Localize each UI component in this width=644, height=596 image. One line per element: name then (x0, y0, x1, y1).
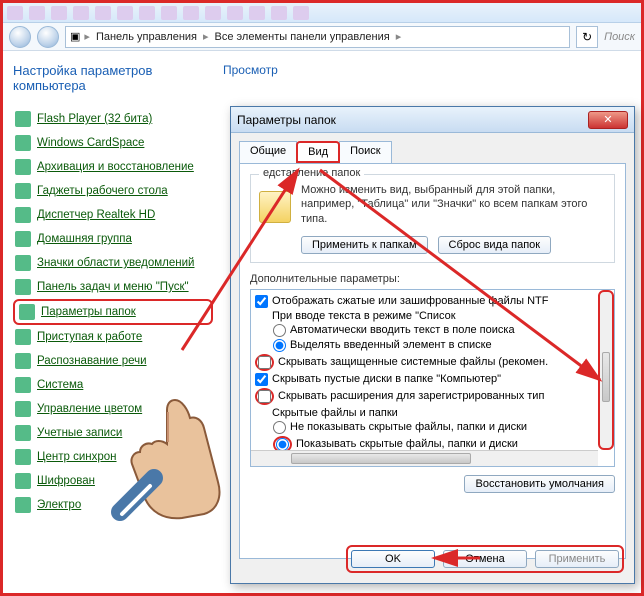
cp-item-link[interactable]: Windows CardSpace (37, 137, 144, 149)
cp-item[interactable]: Архивация и восстановление (13, 155, 213, 179)
ok-button[interactable]: OK (351, 550, 435, 568)
cp-item-icon (15, 329, 31, 345)
cp-item-icon (15, 353, 31, 369)
nav-back-button[interactable] (9, 26, 31, 48)
cp-item[interactable]: Учетные записи (13, 421, 213, 445)
taskbar-row (3, 3, 641, 23)
apply-to-folders-button[interactable]: Применить к папкам (301, 236, 428, 254)
folder-options-dialog: Параметры папок ✕ Общие Вид Поиск едстав… (230, 106, 635, 584)
cp-item-icon (15, 207, 31, 223)
cp-item-icon (15, 255, 31, 271)
cp-item-icon (15, 473, 31, 489)
cp-item[interactable]: Система (13, 373, 213, 397)
view-link[interactable]: Просмотр (223, 63, 278, 77)
cp-item-link[interactable]: Панель задач и меню "Пуск" (37, 281, 189, 293)
cp-item[interactable]: Гаджеты рабочего стола (13, 179, 213, 203)
cp-item-link[interactable]: Система (37, 379, 83, 391)
cp-item-link[interactable]: Приступая к работе (37, 331, 142, 343)
cp-item[interactable]: Шифрован (13, 469, 213, 493)
cp-item-link[interactable]: Flash Player (32 бита) (37, 113, 152, 125)
opt-hide-protected[interactable] (258, 356, 271, 369)
reset-folders-button[interactable]: Сброс вида папок (438, 236, 552, 254)
control-panel-icon: ▣ (70, 30, 80, 43)
crumb-root[interactable]: Панель управления (94, 31, 199, 43)
group-label: едставление папок (259, 167, 364, 179)
group-desc: Можно изменить вид, выбранный для этой п… (301, 183, 606, 226)
cp-item-icon (15, 159, 31, 175)
opt-compressed-color[interactable] (255, 295, 268, 308)
cp-item[interactable]: Значки области уведомлений (13, 251, 213, 275)
cp-item-icon (15, 183, 31, 199)
cp-item[interactable]: Управление цветом (13, 397, 213, 421)
cp-item[interactable]: Диспетчер Realtek HD (13, 203, 213, 227)
cp-item[interactable]: Центр синхрон (13, 445, 213, 469)
opt-dont-show-hidden[interactable] (273, 421, 286, 434)
cancel-button[interactable]: Отмена (443, 550, 527, 568)
cp-item[interactable]: Windows CardSpace (13, 131, 213, 155)
crumb-sub[interactable]: Все элементы панели управления (213, 31, 392, 43)
cp-item[interactable]: Параметры папок (13, 299, 213, 325)
page-title: Настройка параметров компьютера (13, 63, 213, 93)
opt-select-typed[interactable] (273, 339, 286, 352)
advanced-scrollbar-horizontal[interactable] (251, 450, 598, 466)
nav-forward-button[interactable] (37, 26, 59, 48)
cp-item[interactable]: Flash Player (32 бита) (13, 107, 213, 131)
cp-item-icon (19, 304, 35, 320)
cp-item[interactable]: Приступая к работе (13, 325, 213, 349)
advanced-settings-list: Отображать сжатые или зашифрованные файл… (250, 289, 615, 467)
cp-item[interactable]: Домашняя группа (13, 227, 213, 251)
cp-item-link[interactable]: Управление цветом (37, 403, 142, 415)
cp-item[interactable]: Распознавание речи (13, 349, 213, 373)
folder-icon (259, 191, 291, 223)
cp-item-icon (15, 449, 31, 465)
breadcrumb[interactable]: ▣ ▸ Панель управления ▸ Все элементы пан… (65, 26, 570, 48)
cp-item-link[interactable]: Электро (37, 499, 81, 511)
search-hint[interactable]: Поиск (604, 31, 635, 43)
cp-item-link[interactable]: Домашняя группа (37, 233, 132, 245)
advanced-label: Дополнительные параметры: (250, 273, 615, 285)
cp-item-link[interactable]: Значки области уведомлений (37, 257, 194, 269)
opt-auto-type-search[interactable] (273, 324, 286, 337)
folder-views-group: едставление папок Можно изменить вид, вы… (250, 174, 615, 263)
cp-item-icon (15, 231, 31, 247)
cp-item-icon (15, 111, 31, 127)
refresh-button[interactable]: ↻ (576, 26, 598, 48)
tab-search[interactable]: Поиск (339, 141, 391, 163)
cp-item-link[interactable]: Диспетчер Realtek HD (37, 209, 155, 221)
opt-hide-empty-drives[interactable] (255, 373, 268, 386)
cp-item-link[interactable]: Учетные записи (37, 427, 122, 439)
opt-hide-extensions[interactable] (258, 390, 271, 403)
apply-button[interactable]: Применить (535, 550, 619, 568)
tab-view[interactable]: Вид (296, 141, 340, 163)
restore-defaults-button[interactable]: Восстановить умолчания (464, 475, 615, 493)
cp-item-icon (15, 377, 31, 393)
cp-item-link[interactable]: Центр синхрон (37, 451, 117, 463)
close-button[interactable]: ✕ (588, 111, 628, 129)
tab-general[interactable]: Общие (239, 141, 297, 163)
cp-item[interactable]: Панель задач и меню "Пуск" (13, 275, 213, 299)
cp-item-link[interactable]: Архивация и восстановление (37, 161, 194, 173)
cp-item-link[interactable]: Параметры папок (41, 306, 136, 318)
cp-item-icon (15, 401, 31, 417)
dialog-title: Параметры папок (237, 113, 336, 127)
advanced-scrollbar-vertical[interactable] (598, 290, 614, 450)
cp-item-link[interactable]: Гаджеты рабочего стола (37, 185, 168, 197)
cp-item-icon (15, 135, 31, 151)
cp-item-icon (15, 497, 31, 513)
cp-item-link[interactable]: Шифрован (37, 475, 95, 487)
cp-item-icon (15, 279, 31, 295)
cp-item[interactable]: Электро (13, 493, 213, 517)
address-bar: ▣ ▸ Панель управления ▸ Все элементы пан… (3, 23, 641, 51)
cp-item-icon (15, 425, 31, 441)
dialog-buttons: OK Отмена Применить (346, 545, 624, 573)
cp-item-link[interactable]: Распознавание речи (37, 355, 147, 367)
